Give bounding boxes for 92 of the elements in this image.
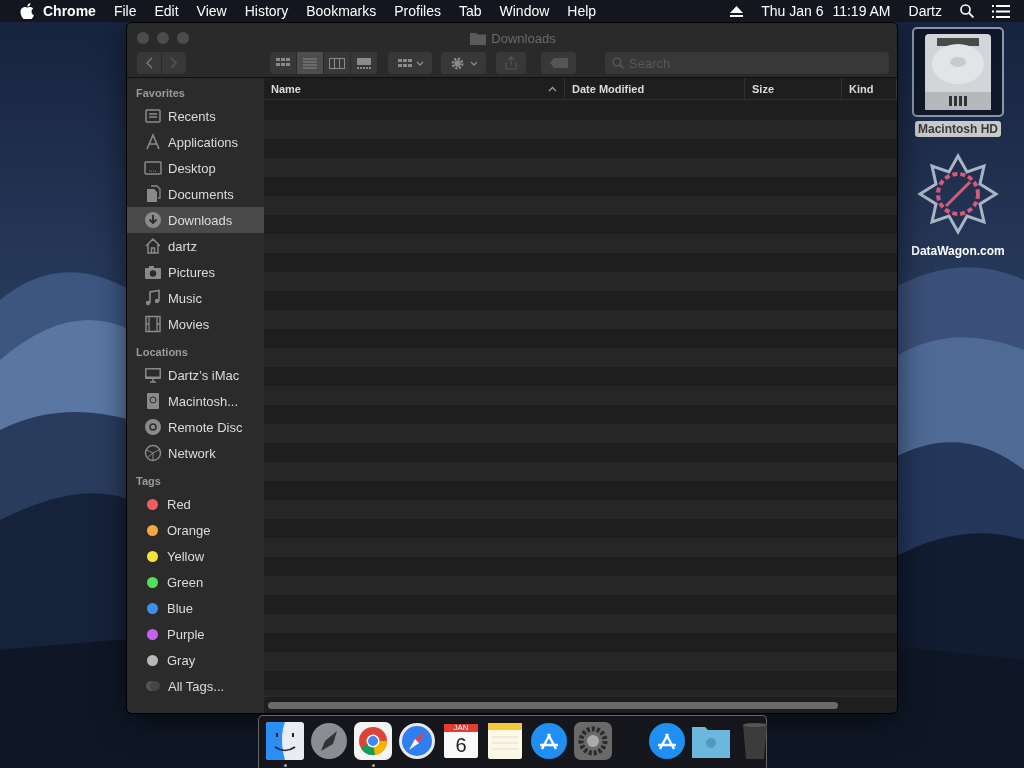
view-mode-button[interactable] <box>297 52 324 74</box>
list-view-icon <box>301 56 319 70</box>
menu-item[interactable]: View <box>187 3 236 19</box>
action-button[interactable] <box>441 52 486 74</box>
compass-icon[interactable] <box>397 721 437 761</box>
star-logo-icon <box>916 152 1000 236</box>
sidebar-item[interactable]: Red <box>127 491 264 517</box>
sidebar-item[interactable]: All Tags... <box>127 673 264 699</box>
sidebar-item[interactable]: Recents <box>127 103 264 129</box>
documents-icon <box>144 185 162 203</box>
sidebar-item[interactable]: Blue <box>127 595 264 621</box>
search-icon[interactable] <box>960 4 974 18</box>
rocket-icon[interactable] <box>309 721 349 761</box>
computer-icon <box>144 366 162 384</box>
caret-icon <box>416 60 424 66</box>
chevron-left-icon <box>145 57 153 69</box>
sidebar-item[interactable]: Desktop <box>127 155 264 181</box>
desktop-icon-label[interactable]: DataWagon.com <box>908 243 1008 259</box>
menu-item[interactable]: Bookmarks <box>297 3 386 19</box>
sidebar-item[interactable]: Purple <box>127 621 264 647</box>
app-store-icon[interactable] <box>529 721 569 761</box>
window-title: Downloads <box>491 30 556 46</box>
grid-icon <box>396 57 412 69</box>
finder-face-icon[interactable] <box>265 721 305 761</box>
share-icon <box>505 56 517 70</box>
menu-item[interactable]: Window <box>490 3 559 19</box>
sidebar-item[interactable]: Remote Disc <box>127 414 264 440</box>
gear-icon <box>449 55 465 71</box>
movies-icon <box>144 315 162 333</box>
chrome-icon[interactable] <box>353 721 393 761</box>
desktop-icon[interactable] <box>912 27 1004 117</box>
network-icon <box>144 444 162 462</box>
sidebar-item[interactable]: Yellow <box>127 543 264 569</box>
notepad-icon[interactable] <box>485 721 525 761</box>
search-icon <box>612 57 624 69</box>
calendar-day: 6 <box>454 735 468 756</box>
sidebar-item[interactable]: Movies <box>127 311 264 337</box>
sidebar-item[interactable]: Documents <box>127 181 264 207</box>
applications-icon <box>144 133 162 151</box>
tag-icon <box>549 58 568 68</box>
menu-bar-clock[interactable]: 11:19 AM <box>832 3 900 19</box>
arrange-button[interactable] <box>388 52 432 74</box>
sidebar-item[interactable]: Gray <box>127 647 264 673</box>
eject-icon[interactable] <box>730 5 744 17</box>
column-header[interactable]: Kind <box>842 78 897 99</box>
sidebar-heading: Tags <box>135 474 162 489</box>
sidebar-item[interactable]: Orange <box>127 517 264 543</box>
menu-item[interactable]: Help <box>558 3 606 19</box>
menu-item[interactable]: Edit <box>145 3 188 19</box>
calendar-month: JAN <box>452 723 470 732</box>
sidebar-item[interactable]: Macintosh... <box>127 388 264 414</box>
menu-item[interactable]: Profiles <box>385 3 450 19</box>
menu-item[interactable]: History <box>235 3 298 19</box>
calendar-icon[interactable] <box>441 721 481 761</box>
desktop-icon <box>144 159 162 177</box>
desktop-icon-label[interactable]: Macintosh HD <box>915 121 1001 137</box>
menu-item[interactable]: Tab <box>449 3 491 19</box>
recents-icon <box>144 107 162 125</box>
app-store-icon[interactable] <box>647 721 687 761</box>
sidebar-item[interactable]: Downloads <box>127 207 264 233</box>
gear-icon[interactable] <box>573 721 613 761</box>
home-icon <box>144 237 162 255</box>
column-header[interactable]: Size <box>745 78 842 99</box>
column-header[interactable]: Name <box>264 78 565 99</box>
list-icon[interactable] <box>992 4 1010 18</box>
app-menu[interactable]: Chrome <box>34 3 105 19</box>
scrollbar-thumb[interactable] <box>268 701 838 709</box>
folder-icon <box>470 31 487 45</box>
sidebar-item[interactable]: Dartz’s iMac <box>127 362 264 388</box>
sidebar-item[interactable]: dartz <box>127 233 264 259</box>
menu-item[interactable]: File <box>104 3 146 19</box>
sidebar-item[interactable]: Network <box>127 440 264 466</box>
sidebar-item[interactable]: Applications <box>127 129 264 155</box>
columns-view-icon <box>328 56 346 70</box>
sort-caret-icon <box>548 85 557 92</box>
sidebar-heading: Favorites <box>135 86 186 101</box>
caret-icon <box>469 60 478 66</box>
hard-drive-icon <box>923 32 993 112</box>
disc-icon <box>144 418 162 436</box>
sidebar-item[interactable]: Green <box>127 569 264 595</box>
user-menu[interactable]: Dartz <box>899 3 951 19</box>
sidebar-item[interactable]: Music <box>127 285 264 311</box>
pictures-icon <box>144 263 162 281</box>
sidebar-heading: Locations <box>135 345 189 360</box>
menu-bar-date[interactable]: Thu Jan 6 <box>752 3 833 19</box>
sidebar-item[interactable]: Pictures <box>127 259 264 285</box>
music-icon <box>144 289 162 307</box>
chevron-right-icon <box>170 57 178 69</box>
gallery-view-icon <box>355 56 373 70</box>
downloads-icon <box>144 211 162 229</box>
column-header[interactable]: Date Modified <box>565 78 745 99</box>
apple-logo-icon[interactable] <box>20 3 34 19</box>
